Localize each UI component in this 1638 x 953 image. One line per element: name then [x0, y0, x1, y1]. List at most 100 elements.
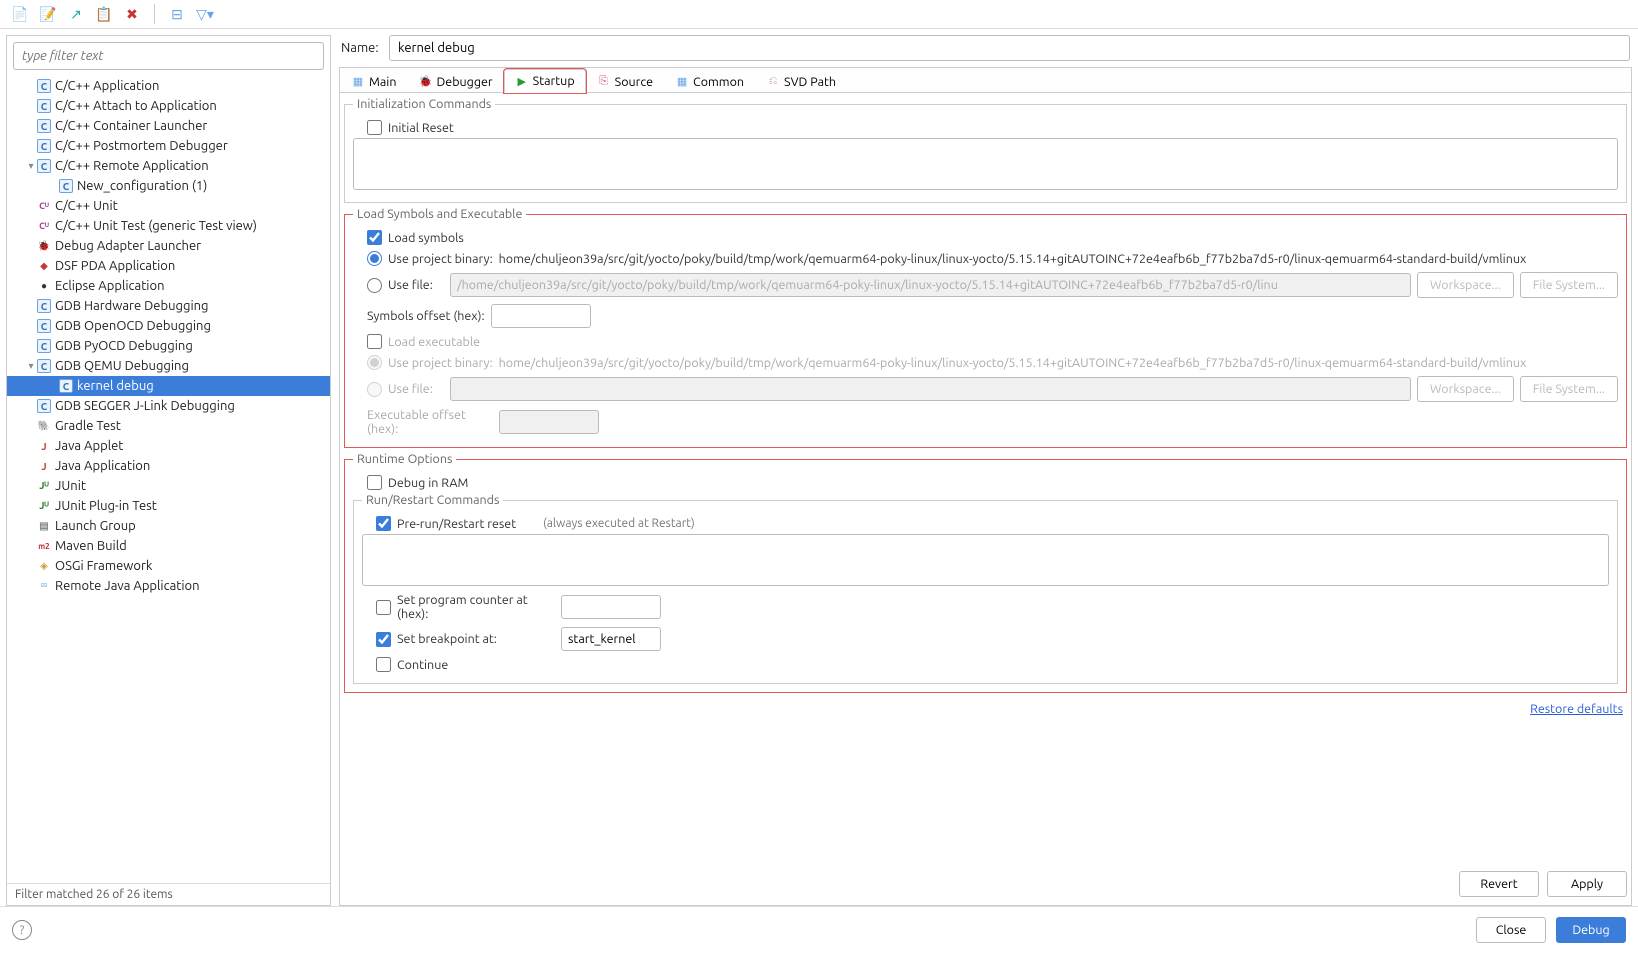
tree-item-label: C/C++ Postmortem Debugger [55, 139, 228, 153]
mvn-icon: m2 [37, 539, 51, 553]
tree-item-label: kernel debug [77, 379, 154, 393]
tab-debugger[interactable]: 🐞Debugger [407, 69, 503, 93]
tree-item-label: GDB QEMU Debugging [55, 359, 189, 373]
tree-item[interactable]: CC/C++ Postmortem Debugger [7, 136, 330, 156]
tree-item[interactable]: Ckernel debug [7, 376, 330, 396]
set-pc-input[interactable] [561, 595, 661, 619]
c-icon: C [37, 159, 51, 173]
delete-icon[interactable]: ✖ [122, 4, 142, 24]
tree-item[interactable]: JᵁJUnit [7, 476, 330, 496]
tree-item[interactable]: CGDB PyOCD Debugging [7, 336, 330, 356]
restore-defaults-link[interactable]: Restore defaults [1530, 702, 1623, 716]
tree-item[interactable]: ◈ OSGi Framework [7, 556, 330, 576]
tree-item-label: C/C++ Unit [55, 199, 118, 213]
use-file-radio-2 [367, 382, 382, 397]
set-pc-checkbox[interactable] [376, 600, 391, 615]
tab-startup[interactable]: ▶Startup [504, 69, 586, 93]
debug-button[interactable]: Debug [1556, 917, 1626, 943]
exec-offset-input [499, 410, 599, 434]
tree-item[interactable]: CNew_configuration (1) [7, 176, 330, 196]
set-breakpoint-label: Set breakpoint at: [397, 632, 555, 646]
tree-item-label: JUnit [55, 479, 86, 493]
tree-item[interactable]: CᵁC/C++ Unit Test (generic Test view) [7, 216, 330, 236]
revert-button[interactable]: Revert [1459, 871, 1539, 897]
load-executable-label: Load executable [388, 335, 480, 349]
tree-item[interactable]: CC/C++ Application [7, 76, 330, 96]
filter-icon[interactable]: ▽▾ [195, 4, 215, 24]
tree-item[interactable]: CC/C++ Container Launcher [7, 116, 330, 136]
tree-item[interactable]: ◆DSF PDA Application [7, 256, 330, 276]
c-icon: C [37, 99, 51, 113]
debug-ram-checkbox[interactable] [367, 475, 382, 490]
ecl-icon: ● [37, 279, 51, 293]
continue-checkbox[interactable] [376, 657, 391, 672]
tab-label: Debugger [436, 75, 492, 89]
tree-item[interactable]: JJava Application [7, 456, 330, 476]
load-symbols-group: Load Symbols and Executable Load symbols… [344, 207, 1627, 448]
common-tab-icon: ▦ [675, 75, 689, 89]
config-tree[interactable]: CC/C++ ApplicationCC/C++ Attach to Appli… [7, 76, 330, 883]
load-executable-checkbox[interactable] [367, 334, 382, 349]
apply-button[interactable]: Apply [1547, 871, 1627, 897]
tree-item[interactable]: JᵁJUnit Plug-in Test [7, 496, 330, 516]
use-file-input-1 [450, 273, 1411, 297]
help-icon[interactable]: ? [12, 920, 32, 940]
load-symbols-checkbox[interactable] [367, 230, 382, 245]
workspace-button-1: Workspace... [1417, 272, 1514, 298]
collapse-all-icon[interactable]: ⊟ [167, 4, 187, 24]
tree-item[interactable]: CC/C++ Attach to Application [7, 96, 330, 116]
tree-item[interactable]: m2Maven Build [7, 536, 330, 556]
use-project-binary-radio-2 [367, 355, 382, 370]
tab-label: Source [615, 75, 653, 89]
filesystem-button-1: File System... [1520, 272, 1618, 298]
tree-item[interactable]: 🐘Gradle Test [7, 416, 330, 436]
set-breakpoint-checkbox[interactable] [376, 632, 391, 647]
tree-item[interactable]: CGDB OpenOCD Debugging [7, 316, 330, 336]
tree-item-label: OSGi Framework [55, 559, 152, 573]
tab-svd[interactable]: ⎌SVD Path [755, 69, 847, 93]
symbols-offset-input[interactable] [491, 304, 591, 328]
tree-item-label: Launch Group [55, 519, 136, 533]
tree-item[interactable]: ▤Launch Group [7, 516, 330, 536]
new-config-icon[interactable]: 📄 [10, 4, 30, 24]
tab-source[interactable]: ⎘Source [586, 69, 664, 93]
export-icon[interactable]: ↗ [66, 4, 86, 24]
use-file-radio-1[interactable] [367, 278, 382, 293]
filter-status-label: Filter matched 26 of 26 items [7, 883, 330, 905]
new-prototype-icon[interactable]: 📝 [38, 4, 58, 24]
tree-item[interactable]: ⮹Remote Java Application [7, 576, 330, 596]
tree-item-label: Eclipse Application [55, 279, 165, 293]
init-commands-textarea[interactable] [353, 138, 1618, 190]
load-symbols-legend: Load Symbols and Executable [353, 207, 526, 221]
tree-item-label: GDB Hardware Debugging [55, 299, 209, 313]
initial-reset-checkbox[interactable] [367, 120, 382, 135]
tree-item[interactable]: ● Eclipse Application [7, 276, 330, 296]
tree-item[interactable]: CᵁC/C++ Unit [7, 196, 330, 216]
tree-item[interactable]: CGDB Hardware Debugging [7, 296, 330, 316]
run-restart-textarea[interactable] [362, 534, 1609, 586]
runtime-options-group: Runtime Options Debug in RAM Run/Restart… [344, 452, 1627, 693]
tab-common[interactable]: ▦Common [664, 69, 755, 93]
prerun-reset-checkbox[interactable] [376, 516, 391, 531]
duplicate-icon[interactable]: 📋 [94, 4, 114, 24]
use-project-binary-radio[interactable] [367, 251, 382, 266]
set-breakpoint-input[interactable] [561, 627, 661, 651]
osgi-icon: ◈ [37, 559, 51, 573]
tab-label: Startup [533, 74, 575, 88]
java-icon: J [37, 439, 51, 453]
tree-item[interactable]: JJava Applet [7, 436, 330, 456]
tree-item[interactable]: ▾CGDB QEMU Debugging [7, 356, 330, 376]
name-input[interactable] [389, 35, 1630, 61]
bug-icon: 🐞 [37, 239, 51, 253]
use-project-binary-label-2: Use project binary: [388, 356, 493, 370]
tree-item[interactable]: ▾CC/C++ Remote Application [7, 156, 330, 176]
toolbar: 📄 📝 ↗ 📋 ✖ ⊟ ▽▾ [0, 0, 1638, 29]
set-pc-label: Set program counter at (hex): [397, 593, 555, 621]
debug-ram-label: Debug in RAM [388, 476, 468, 490]
filter-input[interactable] [13, 42, 324, 70]
tab-main[interactable]: ▦Main [340, 69, 407, 93]
close-button[interactable]: Close [1476, 917, 1546, 943]
tree-item[interactable]: 🐞Debug Adapter Launcher [7, 236, 330, 256]
tab-label: Main [369, 75, 396, 89]
tree-item[interactable]: CGDB SEGGER J-Link Debugging [7, 396, 330, 416]
